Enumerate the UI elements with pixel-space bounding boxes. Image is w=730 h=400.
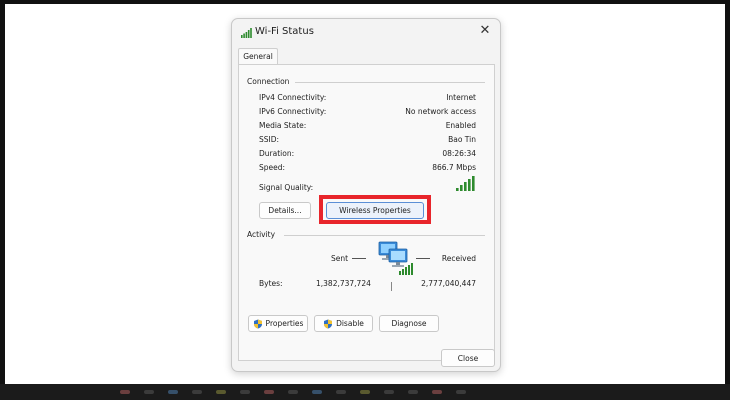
taskbar-app-icon[interactable]: [216, 390, 226, 394]
bytes-sent-value: 1,382,737,724: [316, 279, 371, 288]
row-value-speed: 866.7 Mbps: [432, 163, 476, 172]
signal-quality-label: Signal Quality:: [259, 183, 314, 192]
row-label-duration: Duration:: [259, 149, 295, 158]
signal-bar: [472, 176, 475, 191]
properties-button-label: Properties: [265, 319, 304, 328]
close-button[interactable]: Close: [441, 349, 495, 367]
details-button[interactable]: Details...: [259, 202, 311, 219]
taskbar-app-icon[interactable]: [264, 390, 274, 394]
row-label-media-state: Media State:: [259, 121, 307, 130]
section-divider: [284, 235, 485, 236]
highlight-annotation-box: [319, 195, 431, 224]
bytes-label: Bytes:: [259, 279, 283, 288]
row-value-ipv4: Internet: [446, 93, 476, 102]
disable-button[interactable]: Disable: [314, 315, 373, 332]
signal-bar: [468, 179, 471, 191]
disable-button-label: Disable: [336, 319, 364, 328]
taskbar-app-icon[interactable]: [432, 390, 442, 394]
network-computers-icon: [378, 241, 413, 275]
taskbar-app-icon[interactable]: [168, 390, 178, 394]
received-label: Received: [441, 254, 476, 263]
tab-general[interactable]: General: [238, 48, 278, 65]
taskbar-app-icon[interactable]: [360, 390, 370, 394]
taskbar: [0, 384, 730, 400]
taskbar-app-icon[interactable]: [312, 390, 322, 394]
taskbar-app-icon[interactable]: [384, 390, 394, 394]
bytes-divider: [391, 282, 392, 291]
signal-quality-icon: [456, 176, 475, 191]
taskbar-app-icon[interactable]: [408, 390, 418, 394]
shield-icon: [253, 319, 262, 328]
signal-bar: [456, 188, 459, 191]
taskbar-app-icon[interactable]: [336, 390, 346, 394]
sent-label: Sent: [331, 254, 349, 263]
taskbar-app-icon[interactable]: [192, 390, 202, 394]
row-label-ssid: SSID:: [259, 135, 280, 144]
row-label-ipv4: IPv4 Connectivity:: [259, 93, 327, 102]
wifi-signal-icon: [241, 28, 252, 38]
row-value-duration: 08:26:34: [442, 149, 476, 158]
signal-bar: [464, 182, 467, 191]
wifi-status-dialog: Wi-Fi Status ✕ General Connection IPv4 C…: [231, 18, 501, 372]
row-value-ipv6: No network access: [405, 107, 476, 116]
general-panel: Connection IPv4 Connectivity: Internet I…: [238, 64, 495, 361]
row-value-ssid: Bao Tin: [448, 135, 476, 144]
bytes-received-value: 2,777,040,447: [421, 279, 476, 288]
received-line: [416, 258, 430, 259]
taskbar-app-icon[interactable]: [240, 390, 250, 394]
signal-bar: [460, 185, 463, 191]
row-value-media-state: Enabled: [445, 121, 476, 130]
dialog-title: Wi-Fi Status: [255, 26, 314, 37]
taskbar-app-icon[interactable]: [456, 390, 466, 394]
row-label-ipv6: IPv6 Connectivity:: [259, 107, 327, 116]
diagnose-button[interactable]: Diagnose: [379, 315, 439, 332]
row-label-speed: Speed:: [259, 163, 286, 172]
connection-heading: Connection: [247, 77, 290, 86]
section-divider: [295, 82, 485, 83]
activity-heading: Activity: [247, 230, 276, 239]
taskbar-app-icon[interactable]: [144, 390, 154, 394]
close-icon[interactable]: ✕: [477, 23, 493, 39]
taskbar-app-icon[interactable]: [120, 390, 130, 394]
taskbar-app-icon[interactable]: [288, 390, 298, 394]
shield-icon: [324, 319, 333, 328]
title-bar[interactable]: Wi-Fi Status ✕: [232, 19, 500, 45]
properties-button[interactable]: Properties: [248, 315, 308, 332]
sent-line: [352, 258, 366, 259]
